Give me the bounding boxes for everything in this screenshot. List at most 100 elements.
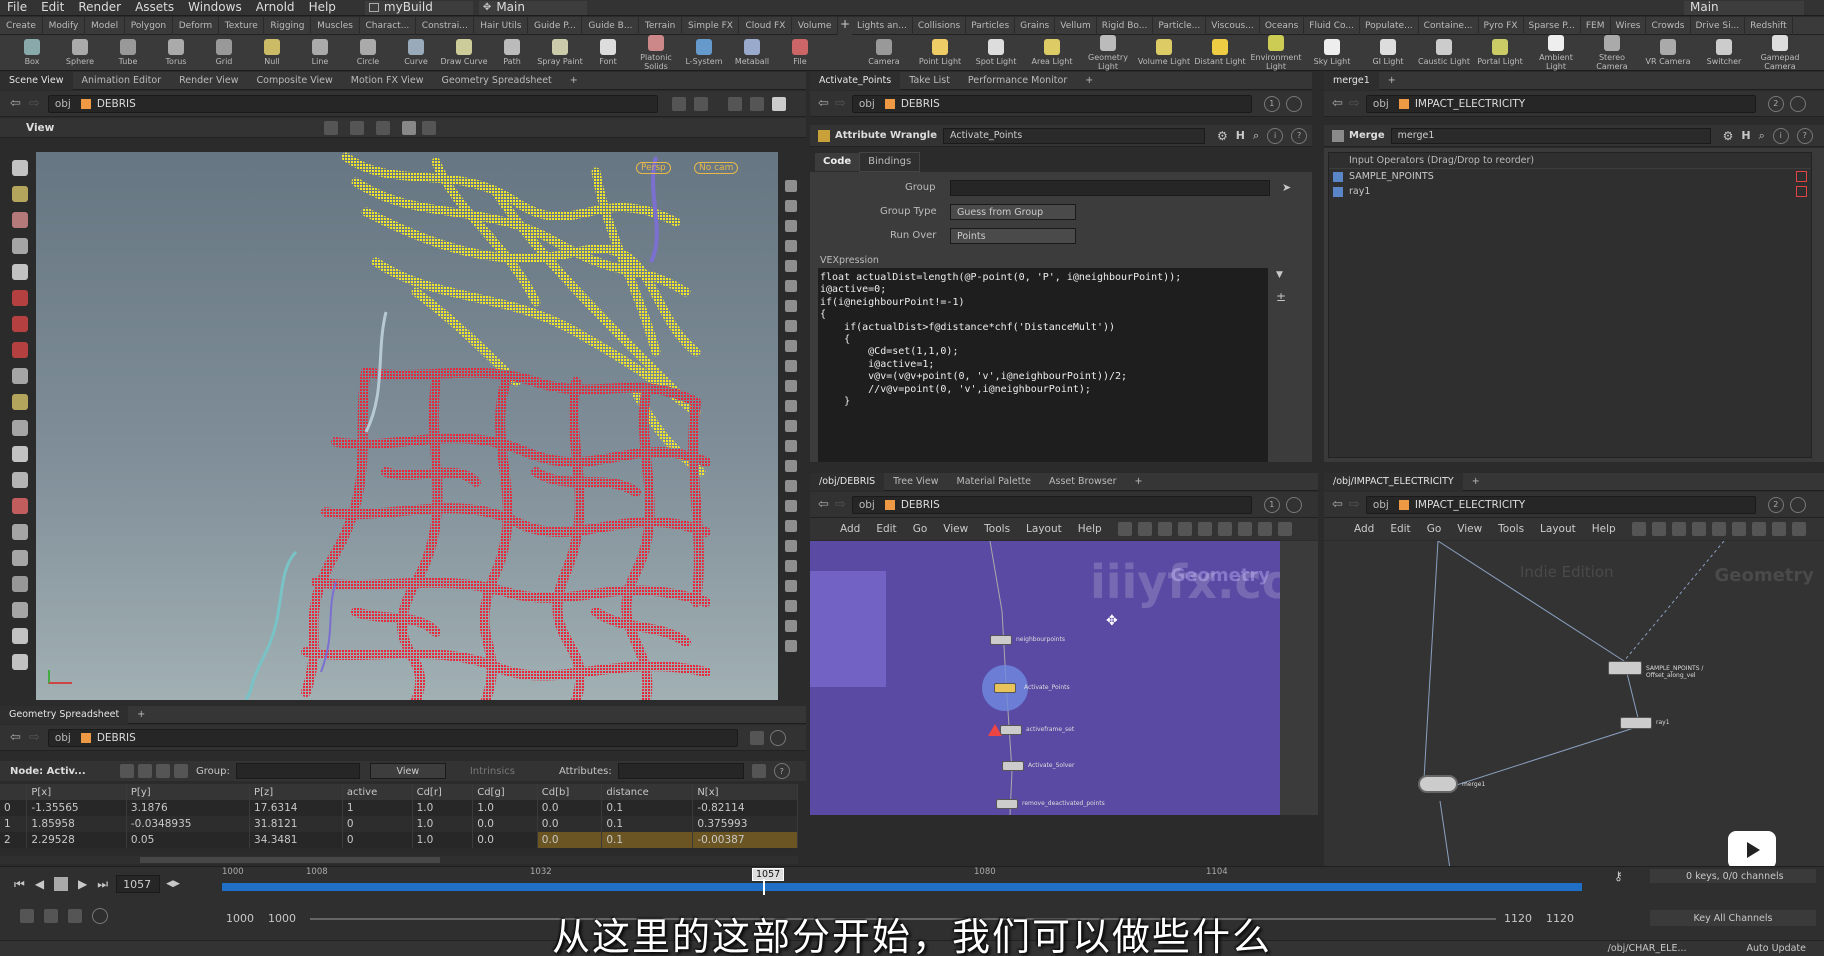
display-option-icon[interactable] bbox=[785, 440, 797, 452]
back-arrow-icon[interactable]: ⇦ bbox=[818, 96, 829, 111]
display-option-icon[interactable] bbox=[785, 220, 797, 232]
add-tab-button[interactable]: + bbox=[128, 706, 154, 724]
shelf-tab-guide-p[interactable]: Guide P... bbox=[528, 16, 583, 35]
network-tool-icon[interactable] bbox=[1277, 522, 1292, 536]
network-menu-help[interactable]: Help bbox=[1078, 523, 1102, 535]
network-menu-add[interactable]: Add bbox=[840, 523, 860, 535]
maximize-icon[interactable] bbox=[771, 96, 786, 111]
shelf-tab-redshift[interactable]: Redshift bbox=[1745, 16, 1793, 35]
add-tab-button[interactable]: + bbox=[1379, 72, 1405, 90]
tab-obj-impact-electricity[interactable]: /obj/IMPACT_ELECTRICITY bbox=[1324, 472, 1463, 491]
display-option-icon[interactable] bbox=[785, 380, 797, 392]
network-menu-layout[interactable]: Layout bbox=[1540, 523, 1576, 535]
shelf-tab-constrai[interactable]: Constrai... bbox=[416, 16, 475, 35]
back-arrow-icon[interactable]: ⇦ bbox=[10, 96, 21, 111]
link-icon[interactable] bbox=[769, 729, 786, 746]
display-option-icon[interactable] bbox=[785, 260, 797, 272]
remove-input-icon[interactable] bbox=[1796, 186, 1807, 197]
go-end-icon[interactable]: ⏭ bbox=[97, 877, 108, 892]
tab-bindings[interactable]: Bindings bbox=[859, 152, 921, 172]
pane-link-icon[interactable]: 1 bbox=[1263, 496, 1280, 513]
shelf-tab-fem[interactable]: FEM bbox=[1581, 16, 1611, 35]
node-ray1[interactable] bbox=[1620, 717, 1652, 729]
shelf-tab-viscous[interactable]: Viscous... bbox=[1206, 16, 1260, 35]
question-icon[interactable]: ? bbox=[773, 763, 790, 779]
shelf-tab-polygon[interactable]: Polygon bbox=[125, 16, 173, 35]
network-tool-icon[interactable] bbox=[1217, 522, 1232, 536]
tool-distant-light[interactable]: Distant Light bbox=[1192, 39, 1248, 66]
shelf-tab-simple-fx[interactable]: Simple FX bbox=[682, 16, 740, 35]
viewport-tool-icon[interactable] bbox=[12, 368, 28, 384]
group-type-select[interactable]: Guess from Group bbox=[950, 204, 1076, 220]
gear-icon[interactable]: ⚙ bbox=[1217, 129, 1228, 143]
display-option-icon[interactable] bbox=[785, 340, 797, 352]
tab-asset-browser[interactable]: Asset Browser bbox=[1040, 473, 1125, 491]
tab-merge1[interactable]: merge1 bbox=[1324, 71, 1379, 90]
pin-icon[interactable] bbox=[749, 730, 764, 745]
table-row[interactable]: 0 -1.35565 3.1876 17.6314 1 1.0 1.0 0.0 0.1 -0.82… bbox=[0, 800, 798, 816]
forward-arrow-icon[interactable]: ⇨ bbox=[1349, 497, 1360, 512]
info-icon[interactable]: i bbox=[1772, 127, 1789, 144]
network-menu-go[interactable]: Go bbox=[913, 523, 928, 535]
viewport-tool-icon[interactable] bbox=[12, 446, 28, 462]
tool-l-system[interactable]: L-System bbox=[680, 39, 728, 66]
shelf-tab-guide-b[interactable]: Guide B... bbox=[582, 16, 639, 35]
tool-switcher[interactable]: Switcher bbox=[1696, 39, 1752, 66]
forward-arrow-icon[interactable]: ⇨ bbox=[835, 497, 846, 512]
network-editor-right[interactable]: Indie Edition Geometry SAMPLE_NPOINTS / … bbox=[1324, 541, 1824, 869]
menu-help[interactable]: Help bbox=[302, 0, 343, 15]
viewport-tool-icon[interactable] bbox=[12, 186, 28, 202]
group-filter-field[interactable] bbox=[235, 763, 360, 779]
shelf-tab-modify[interactable]: Modify bbox=[43, 16, 86, 35]
search-icon[interactable]: ⌕ bbox=[1253, 129, 1259, 143]
tab-render-view[interactable]: Render View bbox=[170, 72, 247, 90]
current-frame-field[interactable]: 1057 bbox=[116, 875, 161, 893]
tab-code[interactable]: Code bbox=[815, 153, 860, 171]
viewport-tool-icon[interactable] bbox=[12, 264, 28, 280]
search-icon[interactable]: ⌕ bbox=[1759, 129, 1765, 143]
network-menu-add[interactable]: Add bbox=[1354, 523, 1374, 535]
forward-arrow-icon[interactable]: ⇨ bbox=[1349, 96, 1360, 111]
display-option-icon[interactable] bbox=[785, 200, 797, 212]
display-option-icon[interactable] bbox=[785, 600, 797, 612]
tool-camera[interactable]: Camera bbox=[856, 39, 912, 66]
shelf-tab-texture[interactable]: Texture bbox=[219, 16, 265, 35]
viewport-path-field[interactable]: obj DEBRIS bbox=[47, 94, 658, 113]
layout-icon[interactable] bbox=[727, 96, 742, 111]
group-field[interactable] bbox=[950, 180, 1270, 196]
shelf-tab-containe[interactable]: Containe... bbox=[1419, 16, 1479, 35]
node-activate-points[interactable] bbox=[994, 683, 1016, 693]
shelf-tab-oceans[interactable]: Oceans bbox=[1260, 16, 1305, 35]
help-h-icon[interactable]: H bbox=[1741, 129, 1750, 142]
network-tool-icon[interactable] bbox=[1791, 522, 1806, 536]
shelf-tab-vellum[interactable]: Vellum bbox=[1055, 16, 1097, 35]
display-option-icon[interactable] bbox=[785, 640, 797, 652]
tool-circle[interactable]: Circle bbox=[344, 39, 392, 66]
tool-geometry-light[interactable]: Geometry Light bbox=[1080, 34, 1136, 71]
right-desktop-selector[interactable]: Main bbox=[1684, 0, 1804, 15]
display-option-icon[interactable] bbox=[785, 300, 797, 312]
network-tool-icon[interactable] bbox=[1631, 522, 1646, 536]
question-icon[interactable]: ? bbox=[1291, 127, 1308, 144]
viewport-tool-icon[interactable] bbox=[12, 238, 28, 254]
display-option-icon[interactable] bbox=[785, 460, 797, 472]
build-selector[interactable]: myBuild bbox=[364, 0, 473, 15]
display-option-icon[interactable] bbox=[785, 280, 797, 292]
display-option-icon[interactable] bbox=[785, 620, 797, 632]
tool-null[interactable]: Null bbox=[248, 39, 296, 66]
network-tool-icon[interactable] bbox=[1771, 522, 1786, 536]
tab-obj-debris[interactable]: /obj/DEBRIS bbox=[810, 472, 885, 491]
tool-area-light[interactable]: Area Light bbox=[1024, 39, 1080, 66]
stop-icon[interactable] bbox=[54, 877, 69, 891]
viewport-tool-icon[interactable] bbox=[12, 420, 28, 436]
shelf-tab-volume[interactable]: Volume bbox=[792, 16, 838, 35]
tool-sphere[interactable]: Sphere bbox=[56, 39, 104, 66]
timeline-ruler[interactable]: 1000 1008 1032 1057 1080 1104 bbox=[222, 867, 1582, 897]
menu-edit[interactable]: Edit bbox=[34, 0, 71, 15]
settings-icon[interactable] bbox=[751, 764, 766, 778]
tool-volume-light[interactable]: Volume Light bbox=[1136, 39, 1192, 66]
display-option-icon[interactable] bbox=[785, 180, 797, 192]
viewport-tool-icon[interactable] bbox=[12, 212, 28, 228]
tool-vr-camera[interactable]: VR Camera bbox=[1640, 39, 1696, 66]
tool-caustic-light[interactable]: Caustic Light bbox=[1416, 39, 1472, 66]
